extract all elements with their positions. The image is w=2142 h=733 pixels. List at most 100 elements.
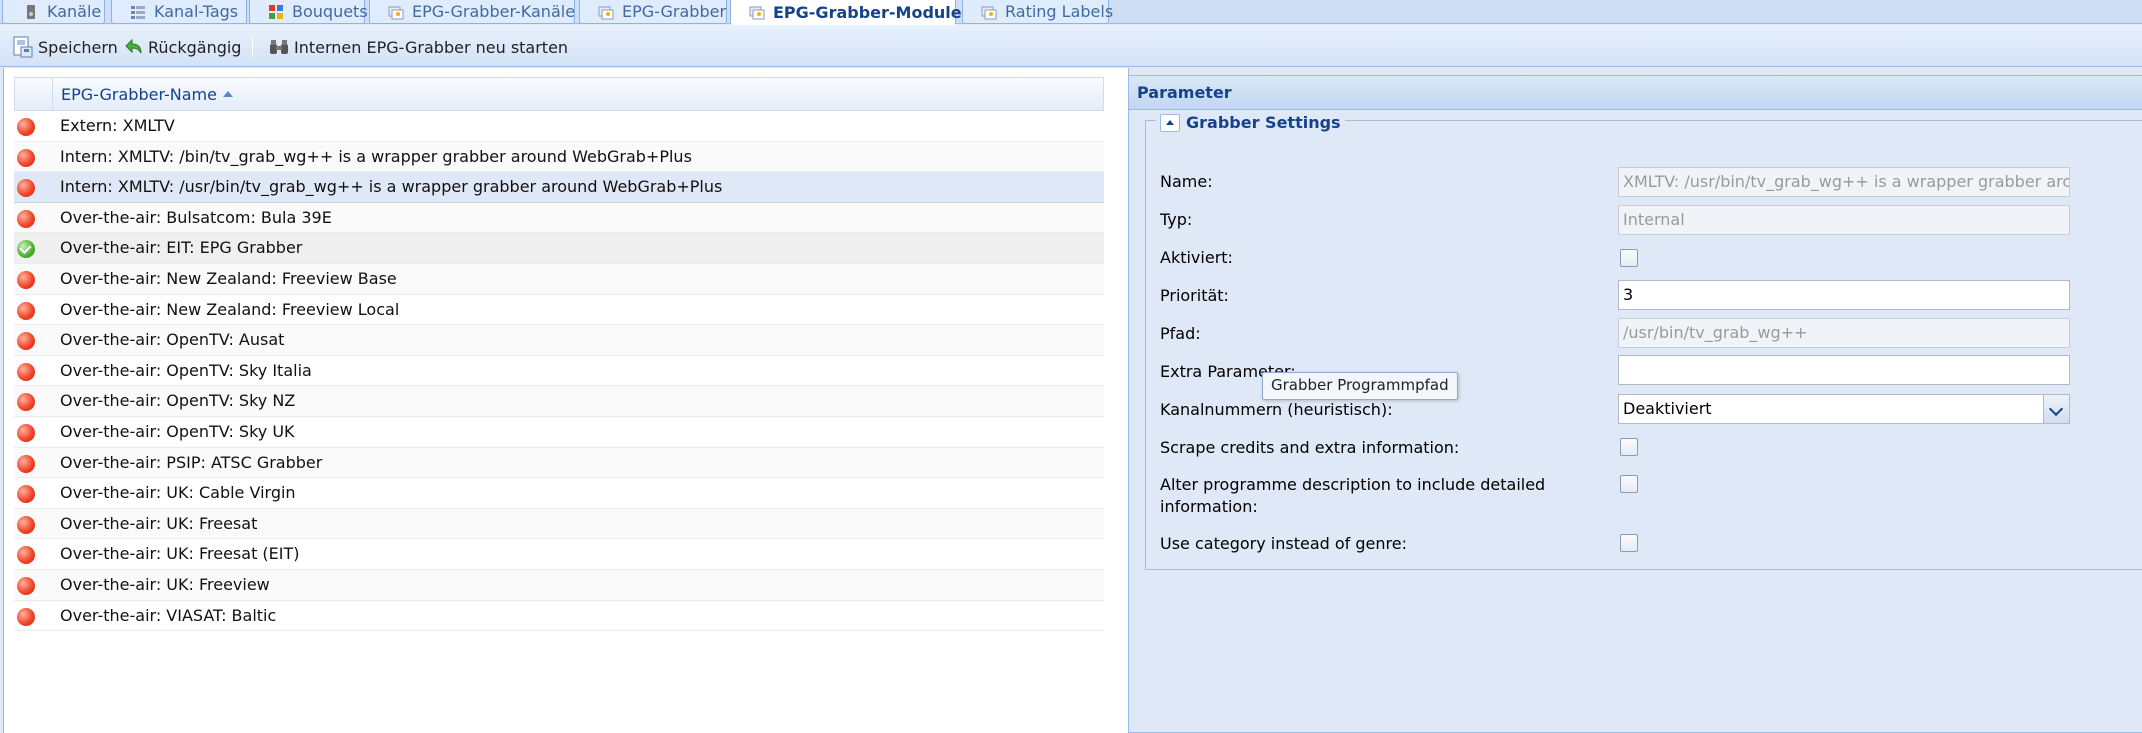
table-row[interactable]: Intern: XMLTV: /usr/bin/tv_grab_wg++ is … [14, 172, 1104, 203]
grabber-name: Over-the-air: UK: Freesat [60, 513, 258, 533]
table-row[interactable]: Over-the-air: OpenTV: Ausat [14, 325, 1104, 356]
grabber-name: Over-the-air: UK: Freeview [60, 574, 270, 594]
epg-icon [981, 6, 997, 19]
disabled-status-icon [17, 393, 35, 412]
disabled-status-icon [17, 179, 35, 198]
alter-description-label: Alter programme description to include d… [1160, 475, 1546, 516]
grabber-name: Over-the-air: OpenTV: Sky Italia [60, 360, 312, 380]
epg-icon [598, 6, 614, 19]
save-button[interactable]: Speichern [12, 33, 118, 61]
grid-body: Extern: XMLTV Intern: XMLTV: /bin/tv_grab… [14, 111, 1104, 632]
tab-bar: Kanäle Kanal-Tags Bouquets EPG-Grabber-K… [0, 0, 2142, 25]
undo-icon [125, 38, 142, 54]
disabled-status-icon [17, 301, 35, 320]
tab-label: Kanal-Tags [154, 2, 239, 21]
grabber-name: Over-the-air: OpenTV: Sky UK [60, 421, 295, 441]
disabled-status-icon [17, 423, 35, 442]
grabber-name: Over-the-air: OpenTV: Ausat [60, 330, 285, 350]
chevron-down-icon[interactable] [2043, 395, 2069, 423]
tab-label: EPG-Grabber [622, 2, 727, 21]
tab-epg-grabber[interactable]: EPG-Grabber [579, 0, 727, 24]
disabled-status-icon [17, 576, 35, 595]
disabled-status-icon [17, 607, 35, 626]
disabled-status-icon [17, 546, 35, 565]
tags-icon [131, 5, 145, 19]
tab-kanal-tags[interactable]: Kanal-Tags [111, 0, 247, 24]
restart-label: Internen EPG-Grabber neu starten [294, 37, 569, 57]
tab-epg-grabber-module[interactable]: EPG-Grabber-Module [730, 0, 962, 25]
table-row[interactable]: Over-the-air: EIT: EPG Grabber [14, 233, 1104, 264]
table-row[interactable]: Over-the-air: UK: Cable Virgin [14, 478, 1104, 509]
epg-icon [388, 6, 404, 19]
undo-button[interactable]: Rückgängig [122, 33, 241, 61]
grabber-name: Over-the-air: UK: Freesat (EIT) [60, 544, 300, 564]
table-row[interactable]: Over-the-air: OpenTV: Sky Italia [14, 356, 1104, 387]
disabled-status-icon [17, 209, 35, 228]
sort-ascending-icon [222, 91, 233, 97]
table-row[interactable]: Over-the-air: New Zealand: Freeview Base [14, 263, 1104, 295]
tab-label: Bouquets [292, 2, 368, 21]
disabled-status-icon [17, 454, 35, 473]
disabled-status-icon [17, 485, 35, 504]
grabber-name: Over-the-air: PSIP: ATSC Grabber [60, 452, 323, 472]
tab-label: EPG-Grabber-Kanäle [412, 2, 576, 21]
path-label: Pfad: [1160, 324, 1201, 343]
name-field: XMLTV: /usr/bin/tv_grab_wg++ is a wrappe… [1618, 167, 2070, 197]
disabled-status-icon [17, 362, 35, 381]
channel-numbers-select[interactable]: Deaktiviert [1618, 394, 2070, 424]
save-label: Speichern [38, 37, 118, 57]
scrape-credits-label: Scrape credits and extra information: [1160, 438, 1460, 457]
table-row[interactable]: Over-the-air: OpenTV: Sky UK [14, 417, 1104, 448]
type-field: Internal [1618, 205, 2070, 235]
table-row[interactable]: Over-the-air: UK: Freesat (EIT) [14, 539, 1104, 570]
tab-kanaele[interactable]: Kanäle [2, 0, 105, 24]
channel-numbers-label: Kanalnummern (heuristisch): [1160, 400, 1393, 419]
grabber-name: Over-the-air: Bulsatcom: Bula 39E [60, 207, 332, 227]
grabber-name: Over-the-air: UK: Cable Virgin [60, 483, 296, 503]
priority-label: Priorität: [1160, 286, 1229, 305]
save-icon [13, 36, 33, 58]
table-row[interactable]: Over-the-air: OpenTV: Sky NZ [14, 386, 1104, 417]
tab-bouquets[interactable]: Bouquets [249, 0, 368, 24]
table-row[interactable]: Extern: XMLTV [14, 111, 1104, 142]
grabber-name: Over-the-air: New Zealand: Freeview Loca… [60, 299, 400, 319]
grabber-name: Over-the-air: New Zealand: Freeview Base [60, 268, 397, 288]
grid-header-selector [15, 78, 53, 110]
grid-header: EPG-Grabber-Name [14, 77, 1104, 111]
column-header-name[interactable]: EPG-Grabber-Name [61, 85, 233, 104]
binoculars-icon [270, 40, 288, 54]
toolbar-separator [252, 37, 253, 57]
table-row[interactable]: Over-the-air: VIASAT: Baltic [14, 601, 1104, 632]
grabber-name: Over-the-air: EIT: EPG Grabber [60, 238, 303, 258]
collapse-toggle-icon[interactable] [1160, 113, 1180, 132]
table-row[interactable]: Over-the-air: UK: Freesat [14, 508, 1104, 540]
restart-epg-grabber-button[interactable]: Internen EPG-Grabber neu starten [268, 33, 568, 61]
epg-icon [749, 6, 765, 20]
disabled-status-icon [17, 515, 35, 534]
tab-rating-labels[interactable]: Rating Labels [962, 0, 1113, 24]
alter-description-checkbox[interactable] [1620, 475, 1638, 493]
tv-icon [27, 4, 35, 19]
enabled-checkbox[interactable] [1620, 249, 1638, 267]
bouquet-icon [269, 4, 283, 19]
name-label: Name: [1160, 172, 1213, 191]
enabled-status-icon [17, 240, 35, 259]
table-row[interactable]: Over-the-air: Bulsatcom: Bula 39E [14, 202, 1104, 234]
disabled-status-icon [17, 118, 35, 136]
table-row[interactable]: Intern: XMLTV: /bin/tv_grab_wg++ is a wr… [14, 141, 1104, 173]
table-row[interactable]: Over-the-air: PSIP: ATSC Grabber [14, 447, 1104, 479]
use-category-checkbox[interactable] [1620, 534, 1638, 552]
extra-parameter-field[interactable] [1618, 355, 2070, 385]
scrape-credits-checkbox[interactable] [1620, 438, 1638, 456]
tab-label: Kanäle [47, 2, 102, 21]
disabled-status-icon [17, 148, 35, 167]
table-row[interactable]: Over-the-air: UK: Freeview [14, 569, 1104, 601]
grabber-name: Extern: XMLTV [60, 116, 175, 135]
parameter-panel-title: Parameter [1129, 76, 2142, 110]
table-row[interactable]: Over-the-air: New Zealand: Freeview Loca… [14, 295, 1104, 326]
tab-epg-grabber-kanaele[interactable]: EPG-Grabber-Kanäle [369, 0, 575, 24]
priority-field[interactable]: 3 [1618, 280, 2070, 310]
path-tooltip: Grabber Programmpfad [1262, 372, 1458, 400]
grabber-name: Over-the-air: VIASAT: Baltic [60, 605, 277, 625]
enabled-label: Aktiviert: [1160, 248, 1233, 267]
